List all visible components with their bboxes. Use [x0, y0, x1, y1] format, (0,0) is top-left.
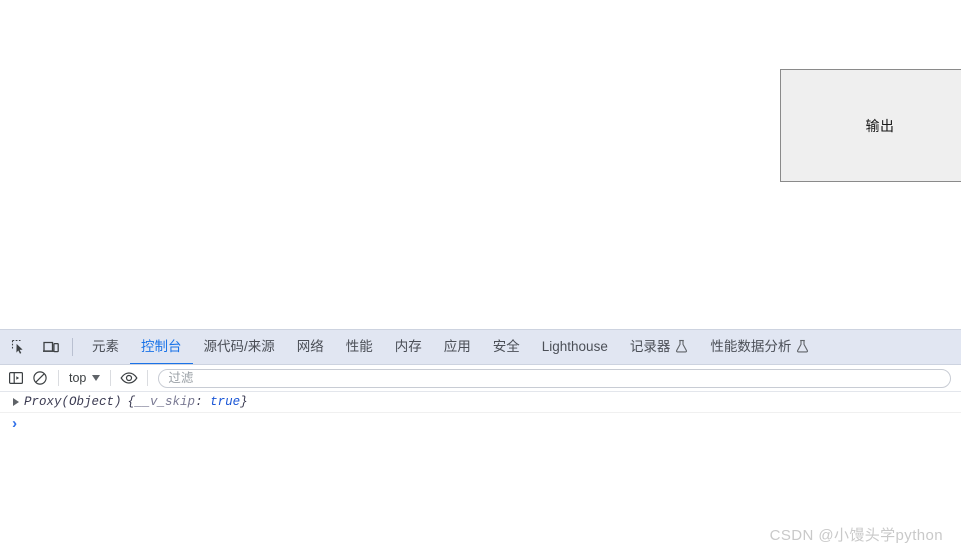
tab-label: 记录器 — [629, 338, 671, 354]
tab-label: 内存 — [394, 338, 422, 354]
tab-label: 元素 — [92, 338, 119, 354]
chevron-down-icon — [92, 375, 101, 381]
toolbar-divider — [147, 370, 149, 386]
web-page-viewport: 输出 — [0, 0, 961, 329]
tab-recorder[interactable]: 记录器 — [619, 330, 700, 364]
console-prop-colon: : — [195, 395, 211, 409]
flask-icon — [675, 339, 688, 353]
console-prompt-caret-icon: › — [10, 415, 20, 433]
console-toolbar: top — [0, 365, 961, 392]
tab-memory[interactable]: 内存 — [384, 330, 433, 364]
console-object-preview: {__v_skip: true} — [128, 395, 248, 409]
devtools-panel: 元素 控制台 源代码/来源 网络 性能 内存 应用 安全 Lighthouse … — [0, 329, 961, 557]
tab-label: 应用 — [443, 338, 471, 354]
toolbar-divider — [58, 370, 59, 386]
console-prompt-input[interactable] — [27, 416, 961, 432]
device-toolbar-icon[interactable] — [38, 334, 64, 360]
clear-console-icon[interactable] — [28, 367, 52, 389]
devtools-tabstrip: 元素 控制台 源代码/来源 网络 性能 内存 应用 安全 Lighthouse … — [0, 330, 961, 365]
console-filter-input[interactable] — [158, 368, 951, 388]
console-prompt-row[interactable]: › — [0, 413, 961, 435]
tab-label: 网络 — [296, 338, 324, 354]
tab-label: 控制台 — [141, 338, 182, 354]
tab-console[interactable]: 控制台 — [130, 330, 193, 364]
tab-sources[interactable]: 源代码/来源 — [193, 330, 286, 364]
tab-application[interactable]: 应用 — [433, 330, 482, 364]
output-box[interactable]: 输出 — [780, 69, 961, 182]
console-prop-value: true — [210, 395, 241, 409]
expand-arrow-icon[interactable] — [10, 398, 22, 406]
js-context-selector[interactable]: top — [65, 371, 104, 385]
flask-icon — [796, 339, 809, 353]
tab-lighthouse[interactable]: Lighthouse — [531, 330, 619, 364]
output-box-label: 输出 — [865, 117, 895, 134]
console-object-name: Proxy(Object) — [24, 395, 122, 409]
tab-label: 安全 — [492, 338, 520, 354]
inspect-element-icon[interactable] — [6, 334, 32, 360]
tab-performance[interactable]: 性能 — [335, 330, 384, 364]
js-context-value: top — [69, 371, 87, 385]
tab-label: 性能数据分析 — [710, 338, 792, 354]
console-message-row[interactable]: Proxy(Object) {__v_skip: true} — [0, 392, 961, 413]
tabstrip-divider — [72, 338, 73, 356]
watermark: CSDN @小馒头学python — [769, 527, 943, 544]
open-brace: { — [127, 395, 136, 409]
tab-label: 源代码/来源 — [203, 338, 275, 354]
tab-label: Lighthouse — [541, 338, 608, 354]
console-sidebar-icon[interactable] — [4, 367, 28, 389]
tab-elements[interactable]: 元素 — [81, 330, 130, 364]
close-brace: } — [240, 395, 248, 409]
toolbar-divider — [110, 370, 112, 386]
tab-performance-insights[interactable]: 性能数据分析 — [699, 330, 820, 364]
console-prop-key: __v_skip — [135, 395, 196, 409]
tab-security[interactable]: 安全 — [482, 330, 531, 364]
tab-network[interactable]: 网络 — [286, 330, 335, 364]
live-expression-eye-icon[interactable] — [117, 367, 141, 389]
tab-label: 性能 — [345, 338, 373, 354]
